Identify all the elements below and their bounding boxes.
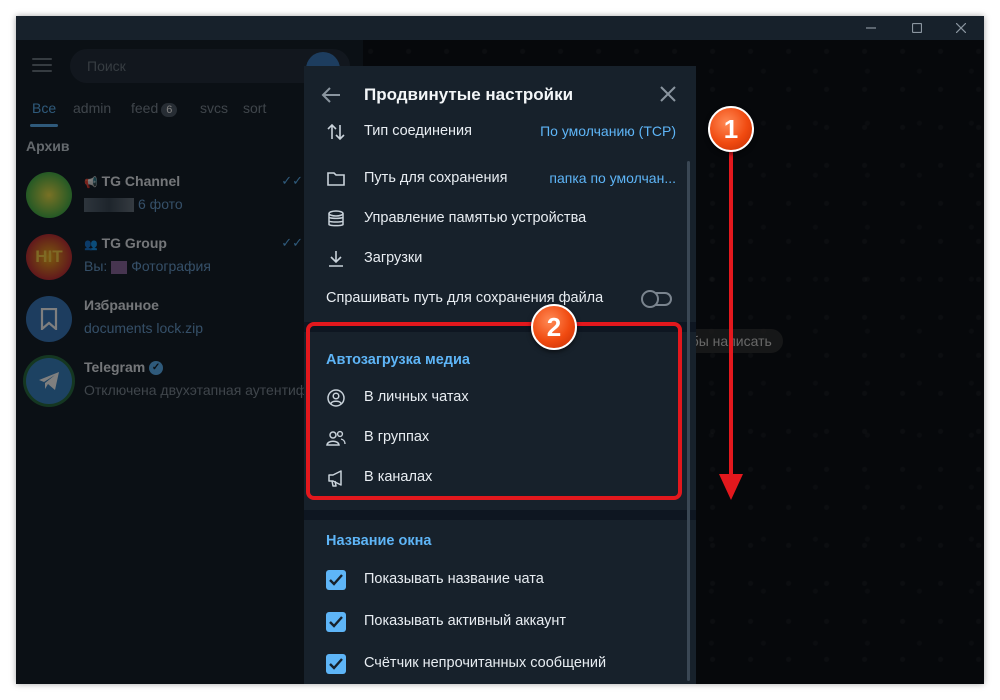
title-bar: [16, 16, 984, 40]
telegram-window: Поиск Все admin feed6 svcs sort Архив 📢 …: [16, 16, 984, 684]
row-value: папка по умолчан...: [549, 170, 676, 186]
row-value: По умолчанию (TCP): [540, 123, 676, 139]
row-label: Показывать активный аккаунт: [364, 613, 567, 629]
highlight-box: [306, 322, 682, 500]
close-window-icon[interactable]: [938, 16, 984, 40]
row-label: Путь для сохранения: [364, 170, 508, 186]
arrows-updown-icon: [327, 123, 345, 141]
maximize-icon[interactable]: [894, 16, 940, 40]
row-label: Показывать название чата: [364, 571, 544, 587]
section-divider: [304, 510, 696, 520]
database-icon: [328, 210, 344, 227]
checkmark-icon: [329, 616, 343, 628]
panel-title: Продвинутые настройки: [364, 85, 574, 104]
downloads-row[interactable]: Загрузки: [304, 239, 696, 279]
ask-save-path-toggle[interactable]: [641, 290, 672, 308]
row-label: Загрузки: [364, 250, 423, 266]
checkmark-icon: [329, 658, 343, 670]
row-label: Тип соединения: [364, 123, 473, 139]
scroll-direction-arrow: [729, 150, 733, 480]
window-title-section-title: Название окна: [326, 533, 432, 549]
show-chat-name-checkbox[interactable]: [326, 570, 346, 590]
header-mask: Продвинутые настройки: [304, 66, 696, 124]
download-icon: [329, 251, 343, 267]
arrow-head: [719, 474, 743, 500]
save-path-row[interactable]: Путь для сохранения папка по умолчан...: [304, 159, 696, 199]
show-active-account-row[interactable]: Показывать активный аккаунт: [304, 602, 696, 642]
row-label: Спрашивать путь для сохранения файла: [326, 290, 604, 306]
checkmark-icon: [329, 574, 343, 586]
unread-counter-row[interactable]: Счётчик непрочитанных сообщений: [304, 644, 696, 684]
step-marker-2: 2: [531, 304, 577, 350]
storage-management-row[interactable]: Управление памятью устройства: [304, 199, 696, 239]
ask-save-path-row[interactable]: Спрашивать путь для сохранения файла: [304, 279, 696, 319]
close-icon[interactable]: [658, 84, 678, 104]
row-label: Управление памятью устройства: [364, 210, 587, 226]
show-active-account-checkbox[interactable]: [326, 612, 346, 632]
unread-counter-checkbox[interactable]: [326, 654, 346, 674]
folder-icon: [327, 172, 345, 186]
scrollbar[interactable]: [687, 161, 690, 681]
row-label: Счётчик непрочитанных сообщений: [364, 655, 607, 671]
step-marker-1: 1: [708, 106, 754, 152]
back-arrow-icon[interactable]: [320, 84, 342, 106]
show-chat-name-row[interactable]: Показывать название чата: [304, 560, 696, 600]
minimize-icon[interactable]: [848, 16, 894, 40]
